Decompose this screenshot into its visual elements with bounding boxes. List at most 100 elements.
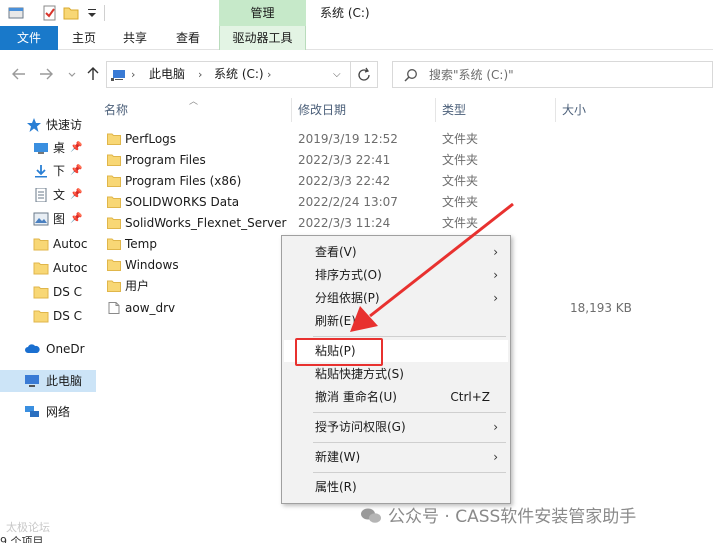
file-date: 2022/2/24 13:07 bbox=[298, 195, 398, 209]
explorer-icon[interactable] bbox=[8, 5, 24, 21]
nav-documents[interactable]: 文 📌 bbox=[0, 184, 96, 206]
column-header-type[interactable]: 类型 bbox=[442, 95, 466, 125]
picture-icon bbox=[33, 212, 49, 226]
chevron-right-icon: › bbox=[493, 420, 498, 434]
file-type: 文件夹 bbox=[442, 153, 479, 167]
breadcrumb-chevron-icon[interactable]: › bbox=[131, 62, 135, 87]
table-row[interactable]: SOLIDWORKS Data 2022/2/24 13:07 文件夹 bbox=[100, 192, 713, 213]
folder-icon bbox=[107, 175, 121, 187]
refresh-button[interactable] bbox=[351, 61, 378, 88]
column-divider[interactable] bbox=[555, 98, 556, 122]
file-name: PerfLogs bbox=[125, 132, 177, 146]
folder-icon bbox=[107, 280, 121, 292]
file-date: 2022/3/3 22:41 bbox=[298, 153, 391, 167]
column-header-name[interactable]: 名称 bbox=[104, 95, 128, 125]
tab-view[interactable]: 查看 bbox=[176, 26, 200, 50]
search-box[interactable] bbox=[392, 61, 713, 88]
folder-icon bbox=[107, 259, 121, 271]
file-type: 文件夹 bbox=[442, 174, 479, 188]
tab-home[interactable]: 主页 bbox=[72, 26, 96, 50]
folder-icon bbox=[107, 217, 121, 229]
menu-item-sort[interactable]: 排序方式(O) › bbox=[284, 264, 508, 286]
nav-folder-autoc-1[interactable]: Autoc bbox=[0, 233, 96, 255]
new-folder-icon[interactable] bbox=[63, 5, 79, 21]
file-name: SOLIDWORKS Data bbox=[125, 195, 240, 209]
breadcrumb-chevron-icon[interactable]: › bbox=[198, 62, 202, 87]
sort-ascending-icon: ︿ bbox=[189, 97, 199, 107]
tab-share[interactable]: 共享 bbox=[123, 26, 147, 50]
nav-onedrive[interactable]: OneDr bbox=[0, 338, 96, 360]
refresh-icon bbox=[358, 67, 370, 81]
file-date: 2022/3/3 11:24 bbox=[298, 216, 391, 230]
column-divider[interactable] bbox=[435, 98, 436, 122]
up-arrow-icon[interactable] bbox=[84, 65, 102, 83]
search-icon bbox=[404, 69, 417, 82]
qat-separator bbox=[25, 5, 33, 21]
forward-arrow-icon[interactable] bbox=[37, 65, 55, 83]
folder-icon bbox=[33, 286, 49, 299]
nav-quick-access[interactable]: 快速访 bbox=[0, 114, 96, 136]
nav-pictures[interactable]: 图 📌 bbox=[0, 208, 96, 230]
tab-drive-tools[interactable]: 驱动器工具 bbox=[219, 26, 306, 50]
file-date: 2019/3/19 12:52 bbox=[298, 132, 398, 146]
file-size: 18,193 KB bbox=[570, 301, 632, 315]
wechat-icon bbox=[361, 508, 381, 523]
chevron-right-icon: › bbox=[493, 268, 498, 282]
chevron-right-icon: › bbox=[493, 291, 498, 305]
table-row[interactable]: Program Files (x86) 2022/3/3 22:42 文件夹 bbox=[100, 171, 713, 192]
file-name: Temp bbox=[125, 237, 157, 251]
nav-this-pc[interactable]: 此电脑 bbox=[0, 370, 96, 392]
nav-folder-ds-1[interactable]: DS C bbox=[0, 281, 96, 303]
table-row[interactable]: Program Files 2022/3/3 22:41 文件夹 bbox=[100, 150, 713, 171]
menu-separator bbox=[313, 336, 506, 337]
column-divider[interactable] bbox=[291, 98, 292, 122]
paste-highlight-box bbox=[295, 338, 383, 366]
file-name: Program Files (x86) bbox=[125, 174, 242, 188]
menu-item-undo-rename[interactable]: 撤消 重命名(U) Ctrl+Z bbox=[284, 386, 508, 408]
window-title: 系统 (C:) bbox=[320, 6, 370, 20]
nav-network[interactable]: 网络 bbox=[0, 401, 96, 423]
file-type: 文件夹 bbox=[442, 216, 479, 230]
back-arrow-icon[interactable] bbox=[10, 65, 28, 83]
recent-locations-chevron-icon[interactable] bbox=[63, 65, 76, 83]
table-row[interactable]: PerfLogs 2019/3/19 12:52 文件夹 bbox=[100, 129, 713, 150]
menu-item-grant-access[interactable]: 授予访问权限(G) › bbox=[284, 416, 508, 438]
menu-item-paste-shortcut[interactable]: 粘贴快捷方式(S) bbox=[284, 363, 508, 385]
menu-item-properties[interactable]: 属性(R) bbox=[284, 476, 508, 498]
table-row[interactable]: SolidWorks_Flexnet_Server 2022/3/3 11:24… bbox=[100, 213, 713, 234]
nav-folder-autoc-2[interactable]: Autoc bbox=[0, 257, 96, 279]
column-header-size[interactable]: 大小 bbox=[562, 95, 586, 125]
file-name: SolidWorks_Flexnet_Server bbox=[125, 216, 287, 230]
nav-desktop[interactable]: 桌 📌 bbox=[0, 137, 96, 159]
menu-item-refresh[interactable]: 刷新(E) bbox=[284, 310, 508, 332]
breadcrumb-chevron-icon[interactable]: › bbox=[267, 62, 271, 87]
column-header-date[interactable]: 修改日期 bbox=[298, 95, 346, 125]
file-date: 2022/3/3 22:42 bbox=[298, 174, 391, 188]
computer-icon bbox=[25, 375, 39, 387]
download-icon bbox=[35, 165, 47, 178]
breadcrumb-this-pc[interactable]: 此电脑 bbox=[149, 62, 185, 87]
file-name: Program Files bbox=[125, 153, 206, 167]
cloud-icon bbox=[25, 344, 40, 353]
tab-file[interactable]: 文件 bbox=[0, 26, 58, 50]
menu-item-new[interactable]: 新建(W) › bbox=[284, 446, 508, 468]
nav-folder-ds-2[interactable]: DS C bbox=[0, 305, 96, 327]
navigation-bar: › 此电脑 › 系统 (C:) › ⌵ bbox=[0, 56, 713, 92]
ribbon-tabs: 文件 主页 共享 查看 驱动器工具 bbox=[0, 26, 713, 50]
menu-item-group[interactable]: 分组依据(P) › bbox=[284, 287, 508, 309]
nav-downloads[interactable]: 下 📌 bbox=[0, 160, 96, 182]
network-icon bbox=[25, 406, 39, 417]
properties-icon[interactable] bbox=[42, 5, 58, 21]
address-bar[interactable]: › 此电脑 › 系统 (C:) › ⌵ bbox=[106, 61, 351, 88]
search-input[interactable] bbox=[429, 65, 699, 84]
menu-separator bbox=[313, 442, 506, 443]
manage-context-tab[interactable]: 管理 bbox=[219, 0, 306, 26]
menu-item-view[interactable]: 查看(V) › bbox=[284, 241, 508, 263]
file-icon bbox=[108, 302, 120, 314]
menu-separator bbox=[313, 412, 506, 413]
folder-icon bbox=[107, 196, 121, 208]
breadcrumb-drive-c[interactable]: 系统 (C:) bbox=[214, 62, 264, 87]
watermark-right: 公众号 · CASS软件安装管家助手 bbox=[360, 502, 636, 527]
address-history-chevron-icon[interactable]: ⌵ bbox=[333, 62, 341, 87]
customize-qat-icon[interactable] bbox=[84, 5, 100, 21]
